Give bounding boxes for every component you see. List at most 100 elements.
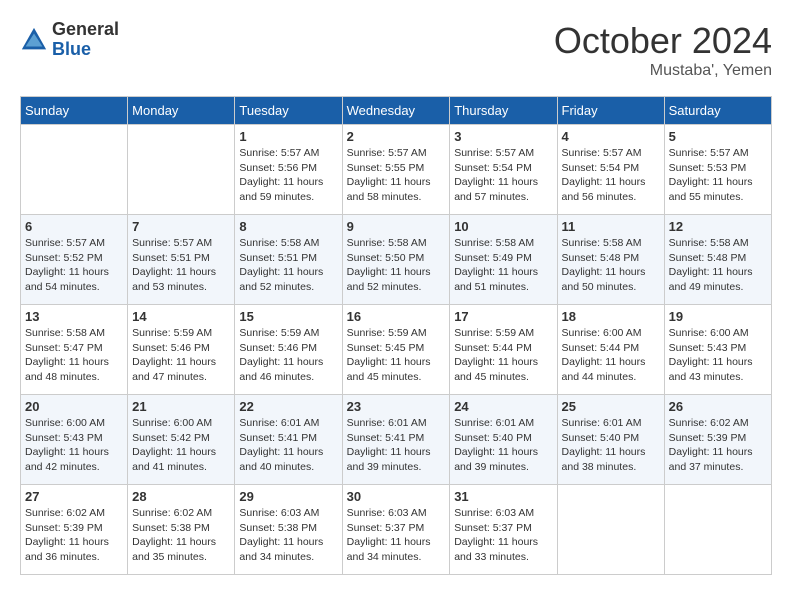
day-info: Sunrise: 6:03 AMSunset: 5:38 PMDaylight:… — [239, 506, 337, 565]
calendar-cell — [664, 485, 771, 575]
logo-blue: Blue — [52, 40, 119, 60]
calendar-cell: 24 Sunrise: 6:01 AMSunset: 5:40 PMDayligh… — [450, 395, 557, 485]
calendar-cell — [128, 125, 235, 215]
day-number: 28 — [132, 489, 230, 504]
calendar-cell: 31 Sunrise: 6:03 AMSunset: 5:37 PMDayligh… — [450, 485, 557, 575]
calendar-week-row: 20Sunrise: 6:00 AMSunset: 5:43 PMDayligh… — [21, 395, 772, 485]
day-info: Sunrise: 6:00 AMSunset: 5:43 PMDaylight:… — [669, 326, 767, 385]
day-info: Sunrise: 6:00 AMSunset: 5:42 PMDaylight:… — [132, 416, 230, 475]
day-number: 30 — [347, 489, 446, 504]
calendar-cell: 25 Sunrise: 6:01 AMSunset: 5:40 PMDayligh… — [557, 395, 664, 485]
calendar-cell: 22Sunrise: 6:01 AMSunset: 5:41 PMDayligh… — [235, 395, 342, 485]
calendar-cell: 12 Sunrise: 5:58 AMSunset: 5:48 PMDayligh… — [664, 215, 771, 305]
calendar-cell: 29 Sunrise: 6:03 AMSunset: 5:38 PMDayligh… — [235, 485, 342, 575]
day-info: Sunrise: 5:58 AMSunset: 5:48 PMDaylight:… — [669, 236, 767, 295]
day-info: Sunrise: 5:57 AMSunset: 5:56 PMDaylight:… — [239, 146, 337, 205]
day-number: 6 — [25, 219, 123, 234]
calendar-week-row: 27 Sunrise: 6:02 AMSunset: 5:39 PMDayligh… — [21, 485, 772, 575]
day-number: 29 — [239, 489, 337, 504]
day-info: Sunrise: 5:58 AMSunset: 5:51 PMDaylight:… — [239, 236, 337, 295]
calendar-cell: 19 Sunrise: 6:00 AMSunset: 5:43 PMDayligh… — [664, 305, 771, 395]
day-number: 31 — [454, 489, 552, 504]
location-subtitle: Mustaba', Yemen — [554, 62, 772, 80]
day-number: 15 — [239, 309, 337, 324]
calendar-cell: 8 Sunrise: 5:58 AMSunset: 5:51 PMDaylight… — [235, 215, 342, 305]
day-header: Friday — [557, 97, 664, 125]
day-number: 18 — [562, 309, 660, 324]
logo-icon — [20, 26, 48, 54]
day-info: Sunrise: 5:57 AMSunset: 5:55 PMDaylight:… — [347, 146, 446, 205]
day-number: 13 — [25, 309, 123, 324]
calendar-table: SundayMondayTuesdayWednesdayThursdayFrid… — [20, 96, 772, 575]
day-number: 11 — [562, 219, 660, 234]
calendar-cell: 17Sunrise: 5:59 AMSunset: 5:44 PMDayligh… — [450, 305, 557, 395]
calendar-cell: 10Sunrise: 5:58 AMSunset: 5:49 PMDayligh… — [450, 215, 557, 305]
day-number: 23 — [347, 399, 446, 414]
day-info: Sunrise: 5:59 AMSunset: 5:44 PMDaylight:… — [454, 326, 552, 385]
day-info: Sunrise: 5:58 AMSunset: 5:48 PMDaylight:… — [562, 236, 660, 295]
calendar-cell: 23 Sunrise: 6:01 AMSunset: 5:41 PMDayligh… — [342, 395, 450, 485]
day-info: Sunrise: 5:57 AMSunset: 5:54 PMDaylight:… — [454, 146, 552, 205]
day-header: Sunday — [21, 97, 128, 125]
calendar-cell: 27 Sunrise: 6:02 AMSunset: 5:39 PMDayligh… — [21, 485, 128, 575]
day-number: 4 — [562, 129, 660, 144]
day-info: Sunrise: 6:02 AMSunset: 5:39 PMDaylight:… — [669, 416, 767, 475]
day-info: Sunrise: 5:57 AMSunset: 5:53 PMDaylight:… — [669, 146, 767, 205]
calendar-cell — [557, 485, 664, 575]
day-header: Thursday — [450, 97, 557, 125]
day-header: Tuesday — [235, 97, 342, 125]
calendar-cell: 14Sunrise: 5:59 AMSunset: 5:46 PMDayligh… — [128, 305, 235, 395]
day-number: 12 — [669, 219, 767, 234]
day-header: Monday — [128, 97, 235, 125]
calendar-cell: 30 Sunrise: 6:03 AMSunset: 5:37 PMDayligh… — [342, 485, 450, 575]
calendar-cell: 3 Sunrise: 5:57 AMSunset: 5:54 PMDaylight… — [450, 125, 557, 215]
logo-text: General Blue — [52, 20, 119, 60]
day-number: 5 — [669, 129, 767, 144]
day-number: 26 — [669, 399, 767, 414]
calendar-cell: 13 Sunrise: 5:58 AMSunset: 5:47 PMDayligh… — [21, 305, 128, 395]
day-number: 8 — [239, 219, 337, 234]
month-title: October 2024 — [554, 20, 772, 62]
day-number: 3 — [454, 129, 552, 144]
day-info: Sunrise: 6:01 AMSunset: 5:40 PMDaylight:… — [454, 416, 552, 475]
calendar-cell: 7Sunrise: 5:57 AMSunset: 5:51 PMDaylight… — [128, 215, 235, 305]
calendar-cell: 2Sunrise: 5:57 AMSunset: 5:55 PMDaylight… — [342, 125, 450, 215]
title-section: October 2024 Mustaba', Yemen — [554, 20, 772, 80]
calendar-week-row: 13 Sunrise: 5:58 AMSunset: 5:47 PMDayligh… — [21, 305, 772, 395]
day-info: Sunrise: 5:59 AMSunset: 5:46 PMDaylight:… — [132, 326, 230, 385]
day-header: Wednesday — [342, 97, 450, 125]
day-info: Sunrise: 6:01 AMSunset: 5:40 PMDaylight:… — [562, 416, 660, 475]
day-number: 19 — [669, 309, 767, 324]
header-row: SundayMondayTuesdayWednesdayThursdayFrid… — [21, 97, 772, 125]
day-info: Sunrise: 6:02 AMSunset: 5:39 PMDaylight:… — [25, 506, 123, 565]
day-info: Sunrise: 6:00 AMSunset: 5:43 PMDaylight:… — [25, 416, 123, 475]
day-number: 16 — [347, 309, 446, 324]
day-number: 27 — [25, 489, 123, 504]
calendar-cell: 5 Sunrise: 5:57 AMSunset: 5:53 PMDaylight… — [664, 125, 771, 215]
day-info: Sunrise: 6:00 AMSunset: 5:44 PMDaylight:… — [562, 326, 660, 385]
calendar-week-row: 1Sunrise: 5:57 AMSunset: 5:56 PMDaylight… — [21, 125, 772, 215]
calendar-header: SundayMondayTuesdayWednesdayThursdayFrid… — [21, 97, 772, 125]
day-info: Sunrise: 5:58 AMSunset: 5:47 PMDaylight:… — [25, 326, 123, 385]
calendar-cell — [21, 125, 128, 215]
day-info: Sunrise: 5:57 AMSunset: 5:52 PMDaylight:… — [25, 236, 123, 295]
day-info: Sunrise: 6:03 AMSunset: 5:37 PMDaylight:… — [454, 506, 552, 565]
day-number: 25 — [562, 399, 660, 414]
day-info: Sunrise: 5:59 AMSunset: 5:45 PMDaylight:… — [347, 326, 446, 385]
calendar-cell: 9Sunrise: 5:58 AMSunset: 5:50 PMDaylight… — [342, 215, 450, 305]
calendar-cell: 4 Sunrise: 5:57 AMSunset: 5:54 PMDaylight… — [557, 125, 664, 215]
logo: General Blue — [20, 20, 119, 60]
day-info: Sunrise: 6:02 AMSunset: 5:38 PMDaylight:… — [132, 506, 230, 565]
calendar-cell: 11 Sunrise: 5:58 AMSunset: 5:48 PMDayligh… — [557, 215, 664, 305]
day-info: Sunrise: 6:03 AMSunset: 5:37 PMDaylight:… — [347, 506, 446, 565]
calendar-cell: 20Sunrise: 6:00 AMSunset: 5:43 PMDayligh… — [21, 395, 128, 485]
day-header: Saturday — [664, 97, 771, 125]
day-number: 9 — [347, 219, 446, 234]
calendar-cell: 28 Sunrise: 6:02 AMSunset: 5:38 PMDayligh… — [128, 485, 235, 575]
day-info: Sunrise: 5:57 AMSunset: 5:54 PMDaylight:… — [562, 146, 660, 205]
day-info: Sunrise: 6:01 AMSunset: 5:41 PMDaylight:… — [347, 416, 446, 475]
day-number: 24 — [454, 399, 552, 414]
day-number: 21 — [132, 399, 230, 414]
calendar-week-row: 6 Sunrise: 5:57 AMSunset: 5:52 PMDaylight… — [21, 215, 772, 305]
day-number: 7 — [132, 219, 230, 234]
